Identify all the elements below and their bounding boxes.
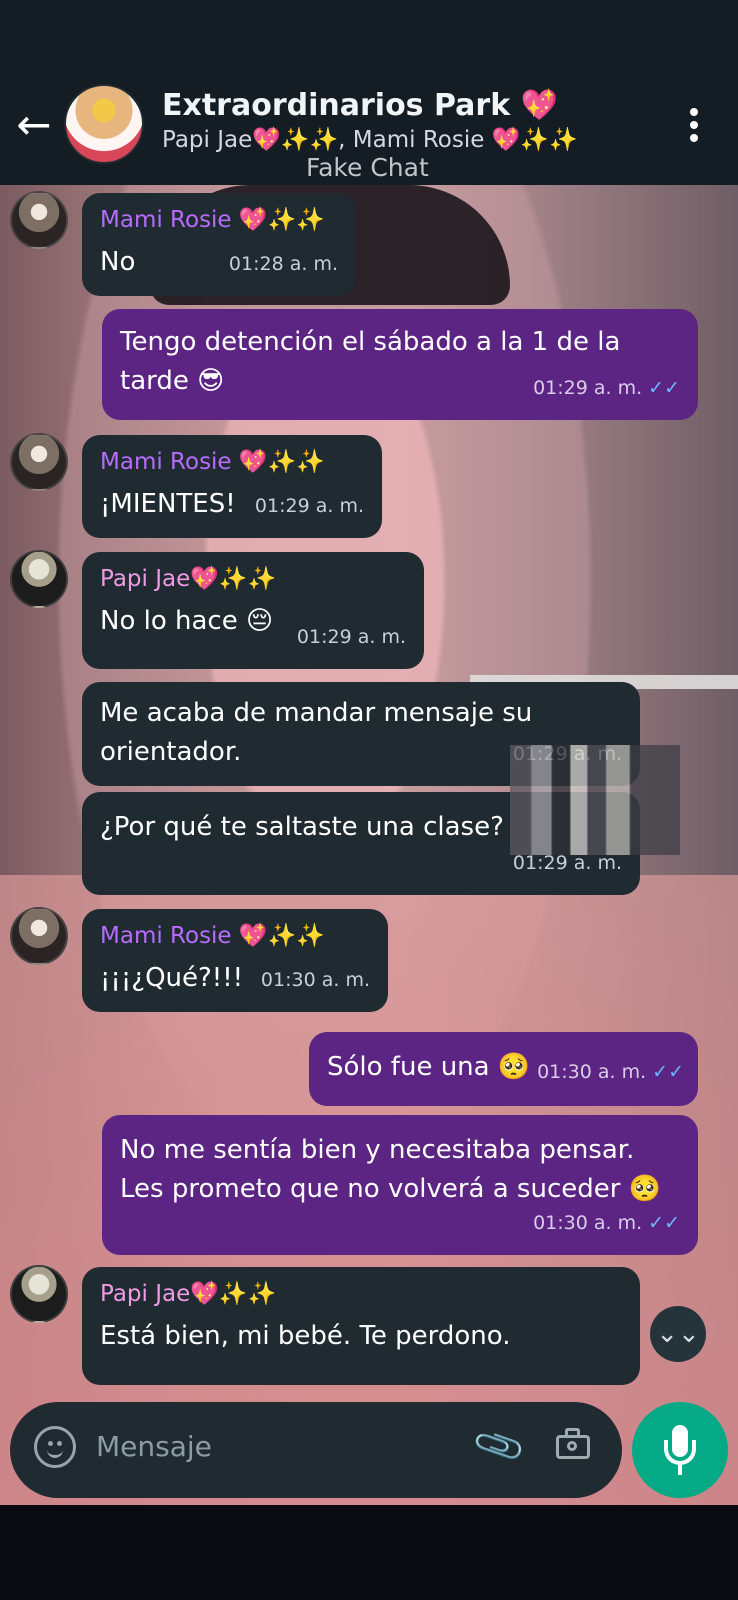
message-time: 01:30 a. m. xyxy=(533,1212,643,1234)
message-time: 01:28 a. m. xyxy=(228,253,338,275)
double-chevron-down-icon: ⌄⌄ xyxy=(656,1319,700,1349)
sender-avatar-jae[interactable] xyxy=(10,1265,68,1323)
incoming-message[interactable]: Mami Rosie 💖✨✨ ¡MIENTES! 01:29 a. m. xyxy=(82,435,382,538)
sender-avatar-jae[interactable] xyxy=(10,550,68,608)
conversation[interactable]: Mami Rosie 💖✨✨ No 01:28 a. m. Tengo dete… xyxy=(0,185,738,1505)
menu-dot-2-icon xyxy=(690,121,698,129)
system-navigation-bar xyxy=(0,1505,738,1600)
read-receipt-icon: ✓✓ xyxy=(648,377,680,399)
message-sender: Mami Rosie 💖✨✨ xyxy=(100,923,325,949)
group-members[interactable]: Papi Jae💖✨✨, Mami Rosie 💖✨✨ xyxy=(162,126,578,153)
message-text: Está bien, mi bebé. Te perdono. xyxy=(100,1321,511,1351)
chat-header: ← Extraordinarios Park 💖 Papi Jae💖✨✨, Ma… xyxy=(0,0,738,185)
microphone-arc-icon xyxy=(664,1440,696,1465)
camera-button[interactable] xyxy=(554,1426,592,1462)
menu-dot-1-icon xyxy=(690,108,698,116)
sender-avatar-rosie[interactable] xyxy=(10,433,68,491)
message-sender: Mami Rosie 💖✨✨ xyxy=(100,449,325,475)
menu-dot-3-icon xyxy=(690,134,698,142)
group-avatar[interactable] xyxy=(64,84,144,164)
message-time-wrap: 01:30 a. m. ✓✓ xyxy=(533,1204,680,1243)
outgoing-message[interactable]: Tengo detención el sábado a la 1 de la t… xyxy=(102,309,698,420)
incoming-message[interactable]: Mami Rosie 💖✨✨ ¡¡¡¿Qué?!!! 01:30 a. m. xyxy=(82,909,388,1012)
read-receipt-icon: ✓✓ xyxy=(648,1212,680,1234)
message-time: 01:30 a. m. xyxy=(260,969,370,991)
incoming-message[interactable]: Papi Jae💖✨✨ Está bien, mi bebé. Te perdo… xyxy=(82,1267,640,1385)
incoming-message[interactable]: Papi Jae💖✨✨ No lo hace 😔 01:29 a. m. xyxy=(82,552,424,669)
fake-chat-label: Fake Chat xyxy=(306,153,429,182)
message-text: ¡¡¡¿Qué?!!! xyxy=(100,963,244,993)
message-time: 01:29 a. m. xyxy=(512,852,622,874)
chat-title[interactable]: Extraordinarios Park 💖 xyxy=(162,88,558,123)
emoji-icon xyxy=(47,1447,63,1458)
outgoing-message[interactable]: No me sentía bien y necesitaba pensar. L… xyxy=(102,1115,698,1255)
message-time: 01:29 a. m. xyxy=(296,626,406,648)
message-time: 01:29 a. m. xyxy=(512,743,622,765)
message-text: Me acaba de mandar mensaje su orientador… xyxy=(100,698,533,767)
message-time: 01:29 a. m. xyxy=(254,495,364,517)
message-text: No me sentía bien y necesitaba pensar. L… xyxy=(120,1135,662,1204)
attach-button[interactable]: 📎 xyxy=(470,1418,529,1475)
message-text: ¡MIENTES! xyxy=(100,489,236,519)
incoming-message[interactable]: ¿Por qué te saltaste una clase? 01:29 a.… xyxy=(82,792,640,895)
incoming-message[interactable]: Me acaba de mandar mensaje su orientador… xyxy=(82,682,640,786)
back-arrow-icon: ← xyxy=(16,99,52,149)
message-sender: Papi Jae💖✨✨ xyxy=(100,566,277,592)
message-text: No lo hace 😔 xyxy=(100,606,274,636)
sender-avatar-rosie[interactable] xyxy=(10,191,68,249)
microphone-stem-icon xyxy=(678,1463,682,1475)
message-time: 01:29 a. m. xyxy=(533,377,643,399)
message-text: No xyxy=(100,247,136,277)
paperclip-icon: 📎 xyxy=(470,1418,529,1475)
message-time: 01:30 a. m. xyxy=(537,1061,647,1083)
message-text: Sólo fue una 🥺 xyxy=(327,1052,531,1082)
message-time-wrap: 01:29 a. m. ✓✓ xyxy=(533,369,680,408)
message-time-wrap: 01:30 a. m. ✓✓ xyxy=(537,1053,684,1092)
message-sender: Mami Rosie 💖✨✨ xyxy=(100,207,325,233)
scroll-to-bottom-button[interactable]: ⌄⌄ xyxy=(650,1306,706,1362)
message-sender: Papi Jae💖✨✨ xyxy=(100,1281,277,1307)
message-composer[interactable]: Mensaje 📎 xyxy=(10,1402,622,1498)
sender-avatar-rosie[interactable] xyxy=(10,907,68,965)
message-text: ¿Por qué te saltaste una clase? xyxy=(100,812,504,842)
read-receipt-icon: ✓✓ xyxy=(652,1061,684,1083)
emoji-button[interactable] xyxy=(34,1426,76,1468)
back-button[interactable]: ← xyxy=(14,100,54,149)
more-options-button[interactable] xyxy=(682,104,706,146)
incoming-message[interactable]: Mami Rosie 💖✨✨ No 01:28 a. m. xyxy=(82,193,356,296)
message-placeholder[interactable]: Mensaje xyxy=(96,1430,212,1463)
voice-message-button[interactable] xyxy=(632,1402,728,1498)
camera-lens-icon xyxy=(567,1441,577,1451)
outgoing-message[interactable]: Sólo fue una 🥺 01:30 a. m. ✓✓ xyxy=(309,1032,698,1106)
